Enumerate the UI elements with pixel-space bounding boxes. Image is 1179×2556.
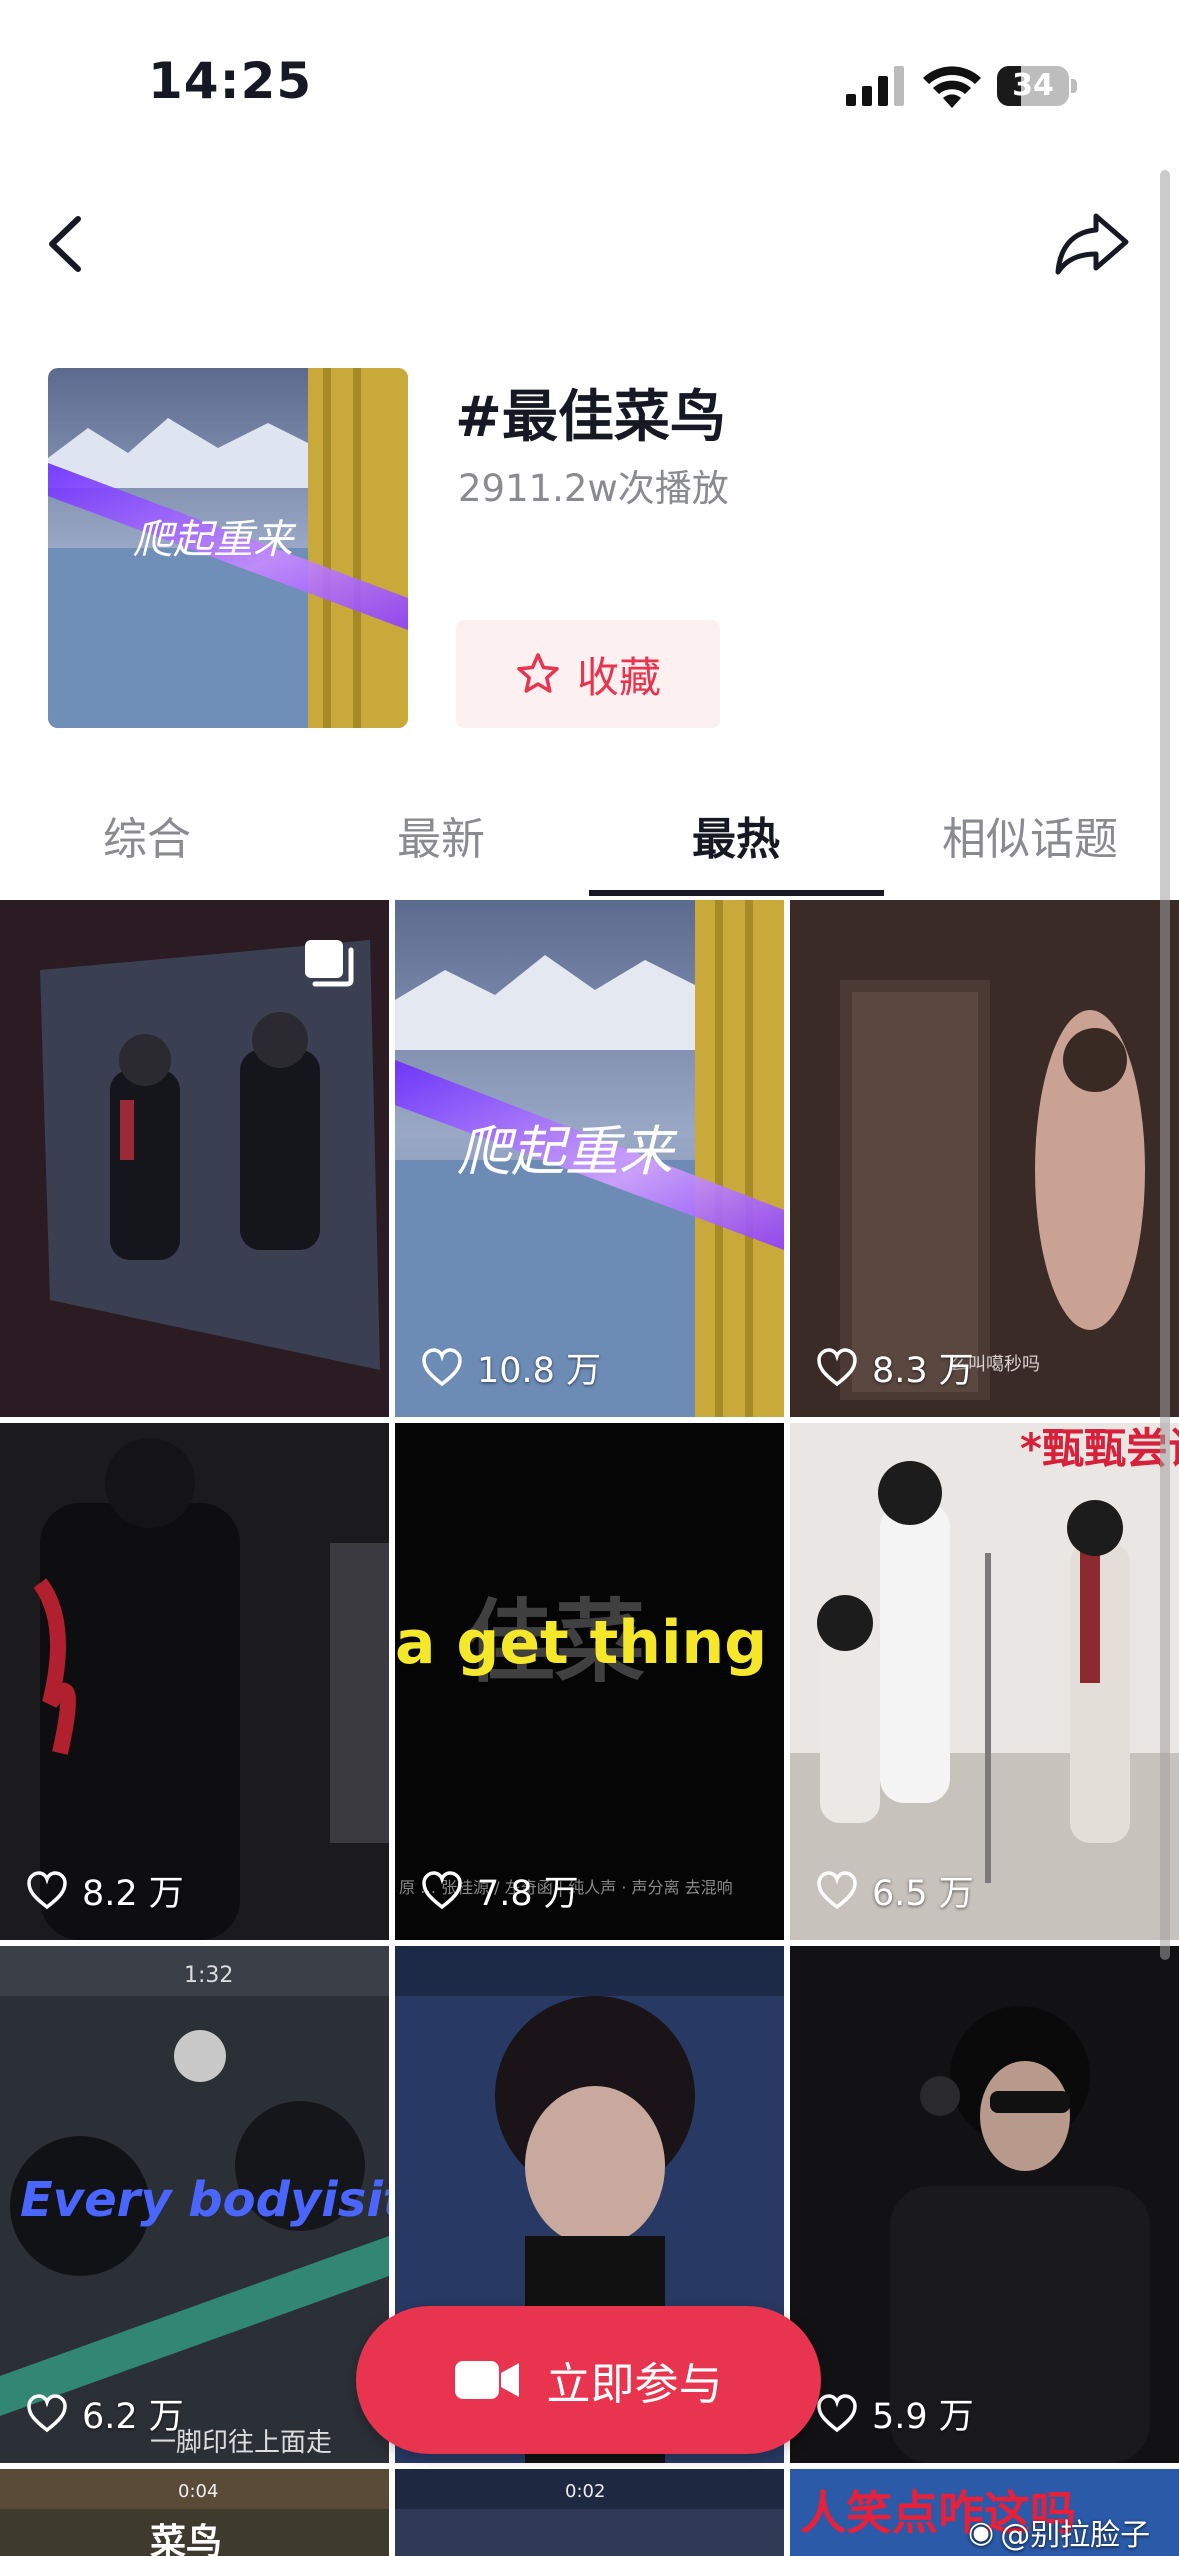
chevron-left-icon [49, 216, 81, 272]
share-icon [1055, 213, 1129, 275]
tab-hottest[interactable]: 最热 [589, 790, 883, 890]
scrollbar[interactable] [1160, 170, 1170, 1960]
like-count-text: 8.3 万 [872, 1351, 974, 1391]
like-count: 6.2 万 [26, 2388, 184, 2439]
participate-label: 立即参与 [546, 2359, 723, 2410]
like-count-text: 7.8 万 [477, 1874, 579, 1914]
participate-button[interactable]: 立即参与 [356, 2306, 821, 2454]
video-card[interactable]: *甄甄尝试 6.5 万 [790, 1423, 1179, 1940]
like-count-text: 10.8 万 [477, 1351, 602, 1391]
signal-icon [846, 66, 904, 106]
video-timer: 1:32 [184, 1963, 233, 1988]
video-card[interactable]: 0:02 [395, 2469, 784, 2556]
like-count: 10.8 万 [421, 1342, 601, 1393]
like-count-text: 6.5 万 [872, 1874, 974, 1914]
tab-latest[interactable]: 最新 [294, 790, 588, 890]
tab-similar-topics[interactable]: 相似话题 [883, 790, 1177, 890]
heart-icon [817, 1870, 857, 1909]
like-count-text: 5.9 万 [872, 2397, 974, 2437]
weibo-icon: ◉ [968, 2514, 995, 2550]
video-card[interactable]: 5.9 万 [790, 1946, 1179, 2463]
heart-icon [422, 1870, 462, 1909]
video-card[interactable]: 1:32 Every bodyisit 一脚印往上面走 6.2 万 [0, 1946, 389, 2463]
video-card[interactable]: 8.2 万 [0, 1423, 389, 1940]
cover-overlay-text: 爬起重来 [133, 517, 297, 563]
status-time: 14:25 [148, 52, 313, 110]
video-card[interactable]: 爬起重来 10.8 万 [395, 900, 784, 1417]
watermark: ◉ @别拉脸子 [968, 2510, 1150, 2554]
heart-icon [817, 2393, 857, 2432]
video-card[interactable]: 么叫噶秒吗 8.3 万 [790, 900, 1179, 1417]
star-icon [517, 653, 559, 693]
favorite-label: 收藏 [576, 652, 661, 702]
topic-play-count: 2911.2w次播放 [458, 467, 729, 510]
status-bar: 14:25 34 [0, 0, 1179, 150]
favorite-button[interactable]: 收藏 [456, 620, 720, 728]
heart-icon [27, 2393, 67, 2432]
like-count: 8.2 万 [26, 1865, 184, 1916]
heart-icon [817, 1347, 857, 1386]
battery-icon: 34 [997, 66, 1077, 106]
watermark-text: @别拉脸子 [1000, 2518, 1151, 2553]
video-timer: 0:04 [178, 2481, 218, 2502]
video-overlay-text: a get thing [395, 1608, 767, 1678]
heart-icon [27, 1870, 67, 1909]
multi-image-icon [305, 940, 354, 987]
topic-cover-image: 爬起重来 [48, 368, 408, 728]
battery-percent: 34 [1012, 68, 1054, 103]
tab-active-indicator [589, 890, 884, 896]
like-count-text: 8.2 万 [82, 1874, 184, 1914]
video-card[interactable] [0, 900, 389, 1417]
tab-bar: 综合 最新 最热 相似话题 [0, 790, 1179, 898]
heart-icon [422, 1347, 462, 1386]
topic-title: #最佳菜鸟 [455, 385, 726, 450]
video-card[interactable]: 0:04 菜鸟 [0, 2469, 389, 2556]
like-count-text: 6.2 万 [82, 2397, 184, 2437]
back-button[interactable] [38, 205, 100, 283]
video-overlay-text: *甄甄尝试 [1020, 1424, 1179, 1473]
like-count: 8.3 万 [816, 1342, 974, 1393]
video-timer: 0:02 [565, 2481, 605, 2502]
share-button[interactable] [1052, 208, 1132, 280]
video-card[interactable]: 佳菜 a get thing 原 … 张桂源 / 左奇函 | 纯人声 · 声分离… [395, 1423, 784, 1940]
like-count: 7.8 万 [421, 1865, 579, 1916]
video-overlay-text: Every bodyisit [20, 2172, 389, 2228]
tab-comprehensive[interactable]: 综合 [0, 790, 294, 890]
video-overlay-text: 爬起重来 [457, 1120, 678, 1183]
video-overlay-text: 菜鸟 [150, 2522, 222, 2556]
like-count: 5.9 万 [816, 2388, 974, 2439]
wifi-icon [923, 66, 981, 108]
like-count: 6.5 万 [816, 1865, 974, 1916]
video-camera-icon [454, 2361, 519, 2399]
